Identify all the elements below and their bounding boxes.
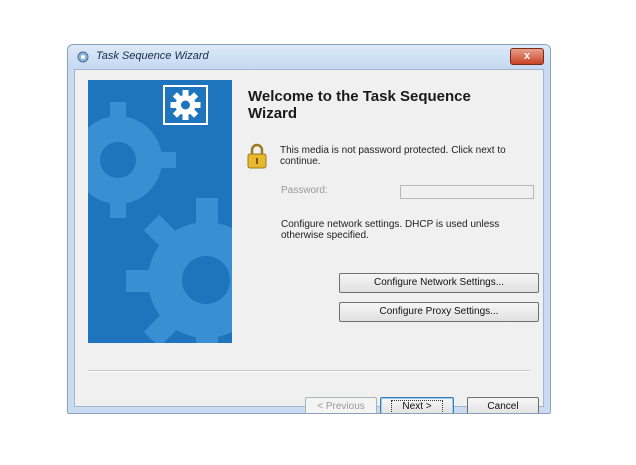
configure-proxy-button[interactable]: Configure Proxy Settings... [339,302,539,322]
wizard-window: Task Sequence Wizard x Welcome to the Ta… [67,44,551,414]
wizard-icon [77,51,89,63]
banner-gears [88,102,232,343]
page-heading: Welcome to the Task Sequence Wizard [248,88,471,122]
cancel-button[interactable]: Cancel [467,397,539,413]
gear-icon [170,90,201,120]
lock-icon [247,143,267,169]
network-settings-text: Configure network settings. DHCP is used… [281,219,500,241]
wizard-body: Welcome to the Task Sequence Wizard This… [74,69,544,413]
wizard-banner [88,80,232,343]
next-button[interactable]: Next > [380,397,454,413]
password-field[interactable] [400,185,534,199]
password-notice: This media is not password protected. Cl… [280,145,506,167]
configure-network-button[interactable]: Configure Network Settings... [339,273,539,293]
password-label: Password: [281,185,328,196]
previous-button[interactable]: < Previous [305,397,377,413]
window-title: Task Sequence Wizard [96,50,209,62]
button-separator [88,370,530,372]
next-button-label: Next > [391,400,443,413]
gear-tile [163,85,208,125]
close-button[interactable]: x [510,48,544,65]
title-bar[interactable]: Task Sequence Wizard x [68,45,550,69]
